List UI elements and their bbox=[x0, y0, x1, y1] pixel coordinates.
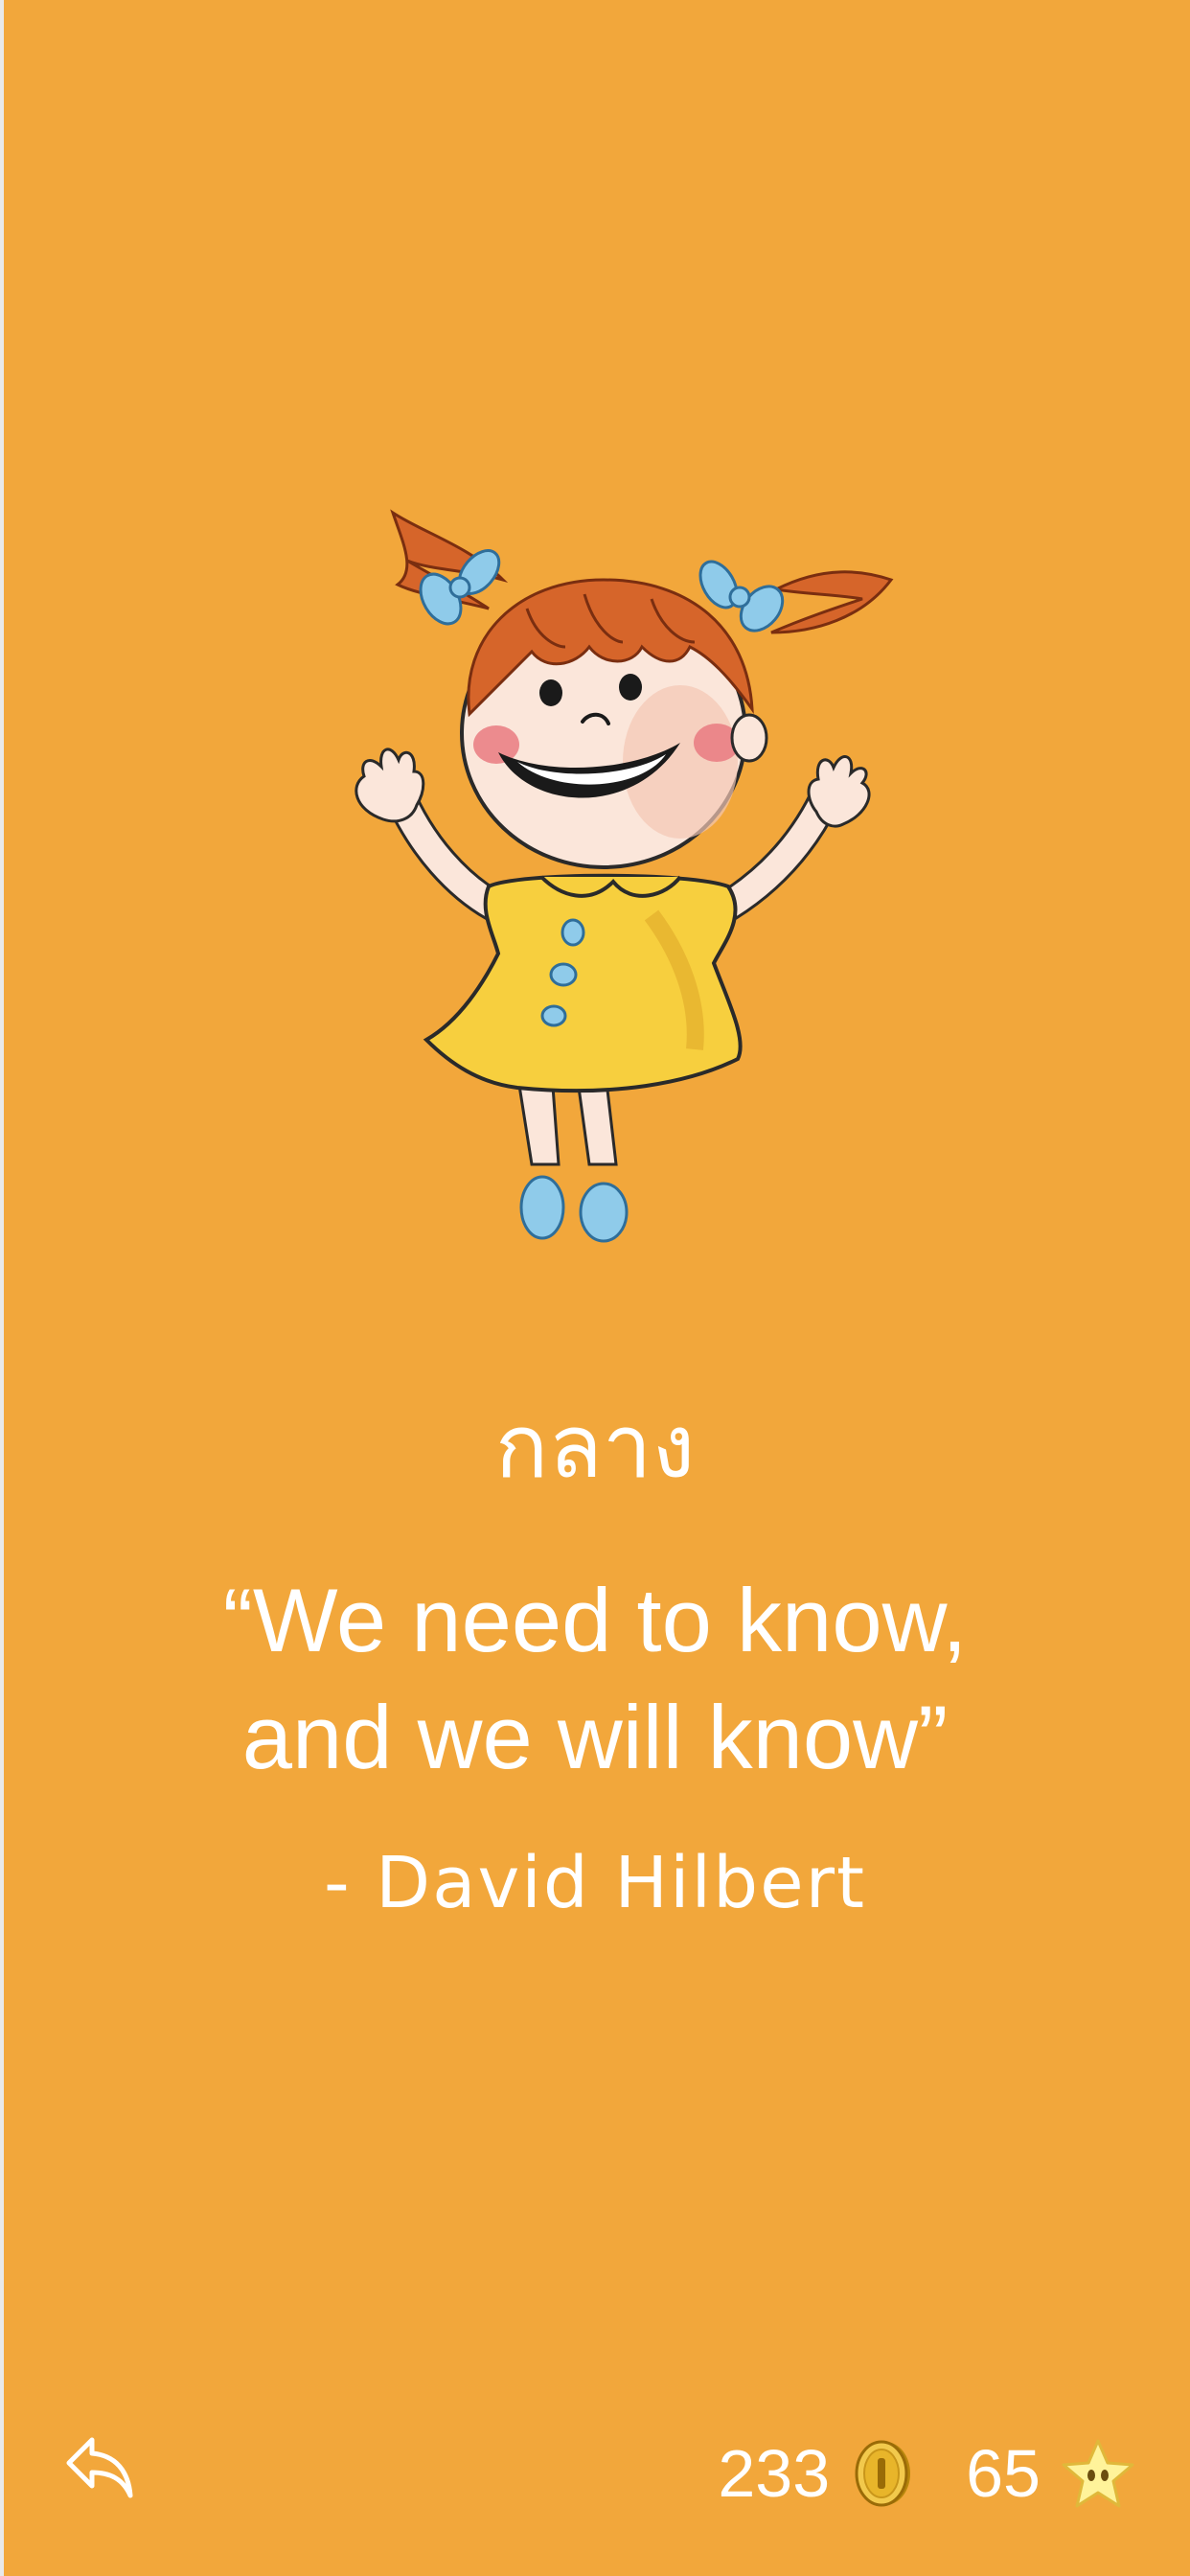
coin-icon bbox=[855, 2440, 911, 2507]
left-edge-divider bbox=[0, 0, 4, 2576]
girl-illustration bbox=[355, 509, 894, 1243]
reply-arrow-icon bbox=[66, 2437, 133, 2498]
level-label: กลาง bbox=[494, 1395, 696, 1498]
coin-count: 233 bbox=[718, 2436, 831, 2511]
back-button[interactable] bbox=[63, 2434, 136, 2501]
quote-author: - David Hilbert bbox=[323, 1842, 867, 1924]
quote-text: “We need to know, and we will know” bbox=[222, 1570, 968, 1787]
star-icon bbox=[1062, 2439, 1134, 2508]
stats-bar: 233 65 bbox=[718, 2430, 1136, 2517]
star-count: 65 bbox=[966, 2436, 1041, 2511]
